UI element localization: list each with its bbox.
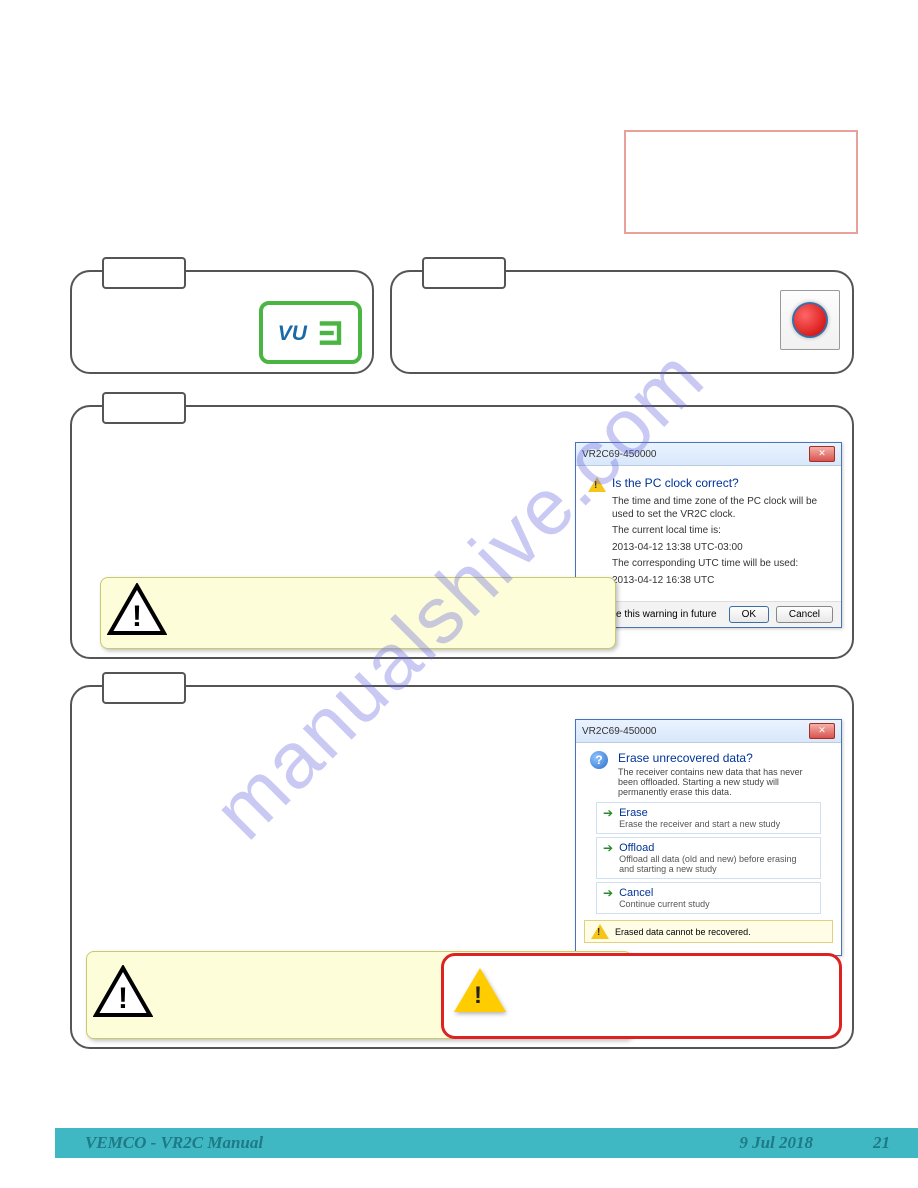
step-label-4 [102,672,186,704]
step-label-2 [422,257,506,289]
step-label-3 [102,392,186,424]
page-footer: VEMCO - VR2C Manual 9 Jul 2018 21 [55,1128,918,1158]
close-icon[interactable]: ✕ [809,446,835,462]
dialog-text: The current local time is: [612,525,829,538]
step-box-3: VR2C69-450000 ✕ Is the PC clock correct?… [70,405,854,659]
footer-title: VEMCO - VR2C Manual [85,1133,263,1153]
dialog-heading: ? Erase unrecovered data? [576,751,841,765]
arrow-icon: ➔ [603,842,613,854]
step-box-4: VR2C69-450000 ✕ ? Erase unrecovered data… [70,685,854,1049]
step-box-2 [390,270,854,374]
svg-text:!: ! [132,600,142,633]
dialog-erase-data: VR2C69-450000 ✕ ? Erase unrecovered data… [575,719,842,956]
dialog-subtext: The receiver contains new data that has … [576,767,841,799]
option-title: Erase [619,807,780,819]
warning-text: Erased data cannot be recovered. [615,927,751,937]
close-icon[interactable]: ✕ [809,723,835,739]
warning-icon [588,477,606,492]
dialog-time: 2013-04-12 13:38 UTC-03:00 [612,542,829,555]
dialog-heading: Is the PC clock correct? [612,476,829,490]
warning-callout: ! [100,577,616,649]
record-button[interactable] [780,290,840,350]
dialog-text: The time and time zone of the PC clock w… [612,496,829,521]
svg-text:!: ! [118,982,128,1015]
option-erase[interactable]: ➔ Erase Erase the receiver and start a n… [596,802,821,834]
option-sub: Offload all data (old and new) before er… [619,854,814,874]
footer-page: 21 [873,1133,890,1153]
warning-triangle-icon: ! [107,583,167,643]
option-title: Cancel [619,887,710,899]
red-alert-box [441,953,842,1039]
option-offload[interactable]: ➔ Offload Offload all data (old and new)… [596,837,821,879]
question-icon: ? [590,751,608,769]
checkbox-label: Hide this warning in future [601,609,717,620]
svg-text:VU: VU [277,322,307,345]
step-box-1: VU [70,270,374,374]
step-label-1 [102,257,186,289]
footer-date: 9 Jul 2018 [739,1133,813,1153]
warning-icon [591,924,609,939]
cancel-button[interactable]: Cancel [776,606,833,623]
arrow-icon: ➔ [603,807,613,819]
option-title: Offload [619,842,814,854]
vue-logo: VU [259,301,362,364]
dialog-titlebar: VR2C69-450000 ✕ [576,720,841,743]
warning-triangle-icon: ! [93,965,153,1025]
dialog-title-text: VR2C69-450000 [582,726,657,737]
dialog-titlebar: VR2C69-450000 ✕ [576,443,841,466]
record-icon [792,302,828,338]
arrow-icon: ➔ [603,887,613,899]
option-sub: Continue current study [619,899,710,909]
dialog-text: The corresponding UTC time will be used: [612,558,829,571]
callout-box-top [624,130,858,234]
dialog-warning-footer: Erased data cannot be recovered. [584,920,833,943]
option-cancel[interactable]: ➔ Cancel Continue current study [596,882,821,914]
dialog-time: 2013-04-12 16:38 UTC [612,575,829,588]
warning-yellow-icon [454,968,506,1012]
ok-button[interactable]: OK [729,606,769,623]
dialog-title-text: VR2C69-450000 [582,449,657,460]
option-sub: Erase the receiver and start a new study [619,819,780,829]
